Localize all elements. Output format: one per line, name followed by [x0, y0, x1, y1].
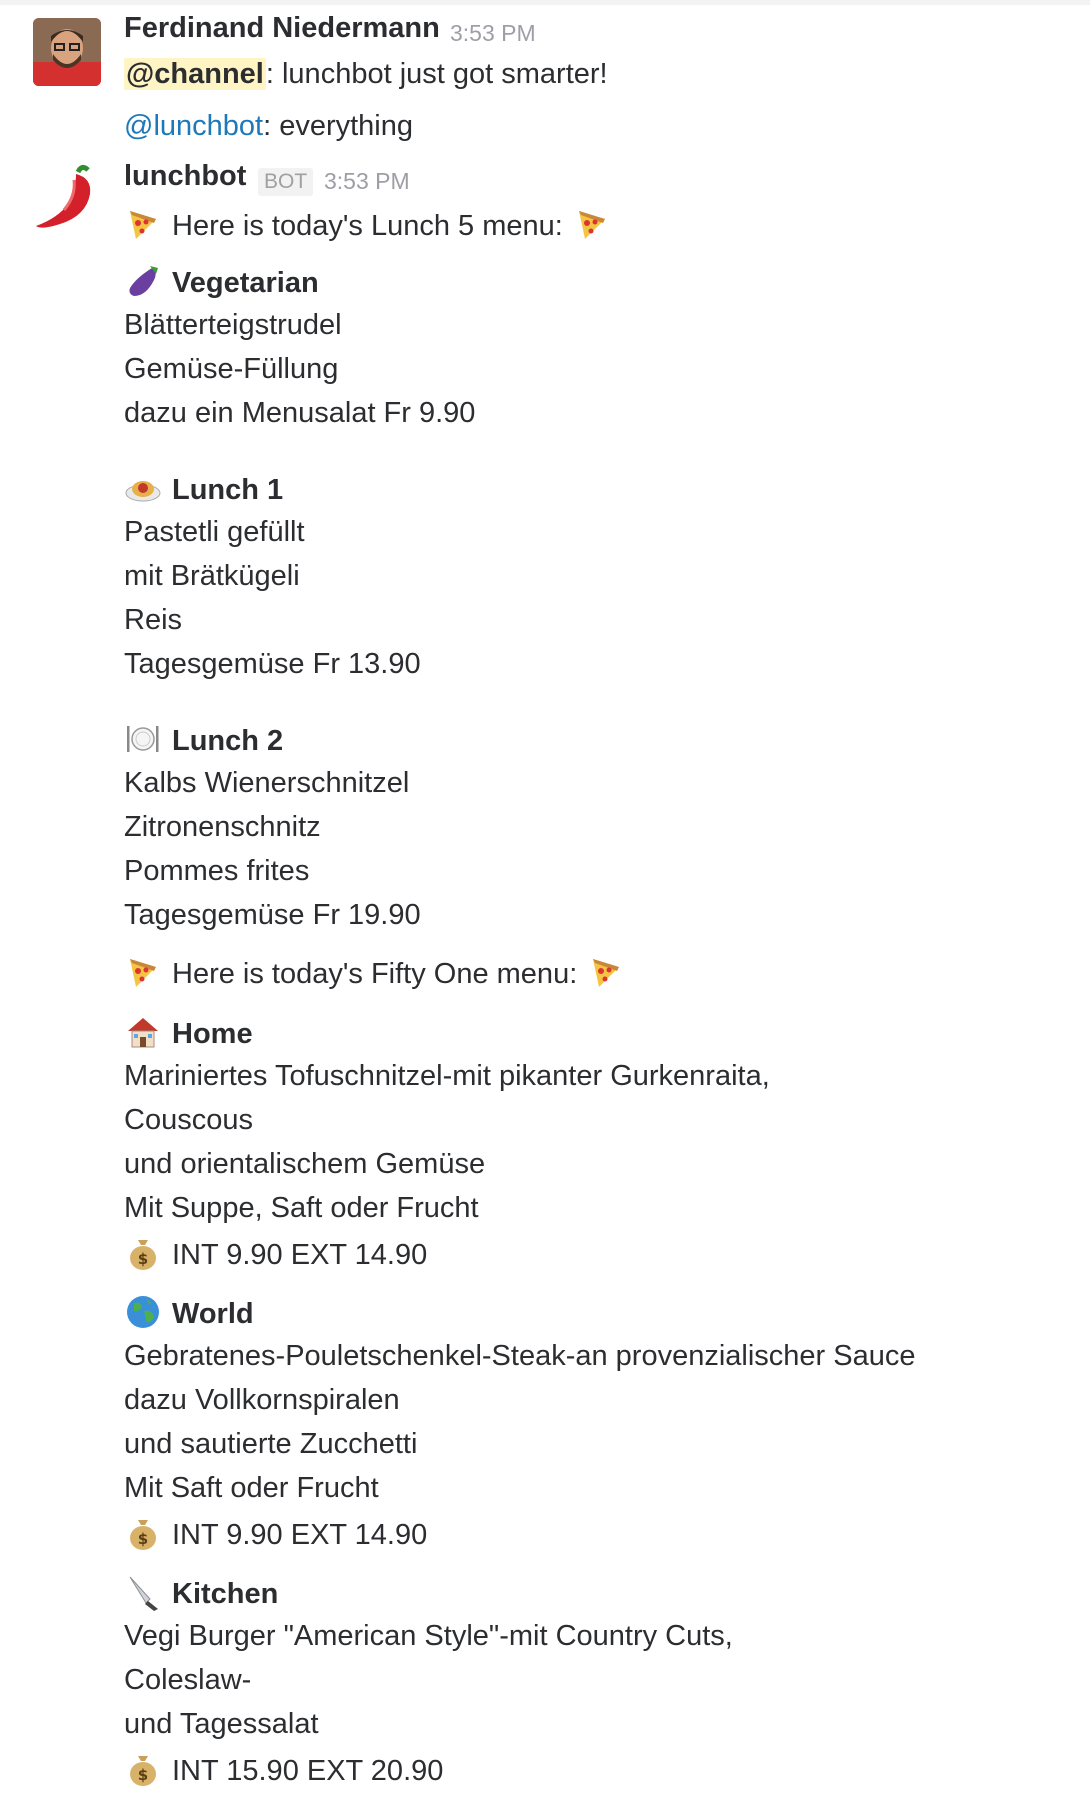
price-line: $ INT 15.90 EXT 20.90: [124, 1750, 443, 1789]
section-title-lunch-2: Lunch 2: [124, 720, 283, 759]
menu-line: dazu ein Menusalat Fr 9.90: [124, 397, 476, 429]
menu-line: mit Brätkügeli: [124, 560, 300, 592]
menu-line: Coleslaw-: [124, 1664, 252, 1696]
menu-line: Mariniertes Tofuschnitzel-mit pikanter G…: [124, 1060, 770, 1092]
menu-intro: Here is today's Fifty One menu:: [124, 953, 625, 992]
menu-line: Pastetli gefüllt: [124, 516, 305, 548]
money-bag-icon: $: [124, 1234, 162, 1272]
channel-mention[interactable]: @channel: [124, 58, 266, 90]
svg-text:$: $: [138, 1766, 148, 1784]
menu-line: Couscous: [124, 1104, 253, 1136]
sender-name[interactable]: lunchbot: [124, 160, 246, 193]
pizza-icon: [573, 205, 611, 243]
menu-line: Mit Suppe, Saft oder Frucht: [124, 1192, 479, 1224]
spaghetti-icon: [124, 469, 162, 507]
fork-knife-plate-icon: [124, 720, 162, 758]
sender-name[interactable]: Ferdinand Niedermann: [124, 12, 440, 45]
money-bag-icon: $: [124, 1514, 162, 1552]
house-icon: [124, 1013, 162, 1051]
top-divider: [0, 0, 1090, 5]
menu-line: Zitronenschnitz: [124, 811, 321, 843]
section-title-vegetarian: Vegetarian: [124, 262, 319, 301]
chili-pepper-icon[interactable]: [30, 160, 106, 236]
pizza-icon: [587, 953, 625, 991]
lunchbot-mention[interactable]: @lunchbot: [124, 110, 263, 142]
menu-line: und sautierte Zucchetti: [124, 1428, 418, 1460]
message-text: @lunchbot: everything: [124, 110, 414, 142]
svg-text:$: $: [138, 1250, 148, 1268]
menu-line: Reis: [124, 604, 183, 636]
timestamp[interactable]: 3:53 PM: [324, 168, 410, 195]
avatar[interactable]: [33, 18, 101, 86]
eggplant-icon: [124, 262, 162, 300]
price-line: $ INT 9.90 EXT 14.90: [124, 1514, 427, 1553]
menu-line: Pommes frites: [124, 855, 310, 887]
menu-line: Tagesgemüse Fr 13.90: [124, 648, 421, 680]
menu-line: Gebratenes-Pouletschenkel-Steak-an prove…: [124, 1340, 916, 1372]
pizza-icon: [124, 205, 162, 243]
menu-line: und Tagessalat: [124, 1708, 319, 1740]
menu-line: Kalbs Wienerschnitzel: [124, 767, 410, 799]
bot-badge: BOT: [258, 168, 314, 196]
price-line: $ INT 9.90 EXT 14.90: [124, 1234, 427, 1273]
menu-line: Gemüse-Füllung: [124, 353, 339, 385]
menu-line: und orientalischem Gemüse: [124, 1148, 486, 1180]
menu-line: dazu Vollkornspiralen: [124, 1384, 400, 1416]
menu-line: Mit Saft oder Frucht: [124, 1472, 379, 1504]
menu-line: Blätterteigstrudel: [124, 309, 342, 341]
pizza-icon: [124, 953, 162, 991]
section-title-lunch-1: Lunch 1: [124, 469, 283, 508]
message-text: @channel: lunchbot just got smarter!: [124, 58, 608, 90]
menu-line: Tagesgemüse Fr 19.90: [124, 899, 421, 931]
section-title-kitchen: Kitchen: [124, 1573, 278, 1612]
globe-icon: [124, 1293, 162, 1331]
section-title-world: World: [124, 1293, 254, 1332]
timestamp[interactable]: 3:53 PM: [450, 20, 536, 47]
money-bag-icon: $: [124, 1750, 162, 1788]
svg-text:$: $: [138, 1530, 148, 1548]
menu-intro: Here is today's Lunch 5 menu:: [124, 205, 611, 244]
section-title-home: Home: [124, 1013, 253, 1052]
menu-line: Vegi Burger "American Style"-mit Country…: [124, 1620, 733, 1652]
knife-icon: [124, 1573, 162, 1611]
